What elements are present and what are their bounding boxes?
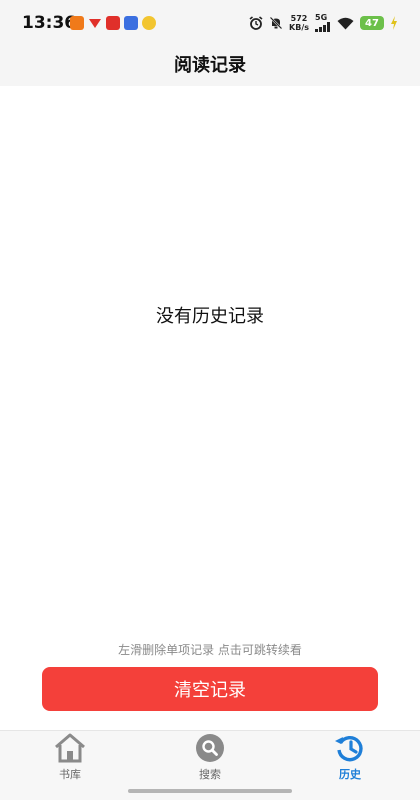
nav-item-library[interactable]: 书库 [25,731,115,791]
arrow-notification-icon [89,19,101,28]
status-icons: 572 KB/s 5G 47 [249,13,384,33]
app-notification-icon [106,16,120,30]
home-icon [55,733,85,763]
nav-item-search[interactable]: 搜索 [165,731,255,791]
network-speed: 572 KB/s [289,14,309,32]
app-notification-icon [70,16,84,30]
wifi-icon [337,17,354,29]
search-icon [196,734,224,762]
alarm-icon [249,16,263,30]
page-title: 阅读记录 [174,55,246,76]
home-indicator[interactable] [128,789,292,793]
app-notification-icon [124,16,138,30]
title-bar: 阅读记录 [0,42,420,86]
nav-label-search: 搜索 [199,768,221,781]
nav-label-library: 书库 [59,768,81,781]
status-time: 13:36 [22,13,77,33]
network-type: 5G [315,13,328,22]
clear-history-button[interactable]: 清空记录 [42,667,378,711]
nav-label-history: 历史 [339,768,361,781]
app-notification-icon [142,16,156,30]
signal-icon [315,22,330,32]
signal-group: 5G [315,14,331,32]
empty-state-message: 没有历史记录 [156,306,264,327]
history-icon [335,735,363,762]
swipe-hint: 左滑删除单项记录 点击可跳转续看 [118,643,302,657]
charging-icon [391,16,397,30]
mute-bell-icon [269,16,283,30]
status-bar: 13:36 572 KB/s 5G 47 [0,0,420,42]
nav-item-history[interactable]: 历史 [305,731,395,791]
battery-icon: 47 [360,16,384,30]
